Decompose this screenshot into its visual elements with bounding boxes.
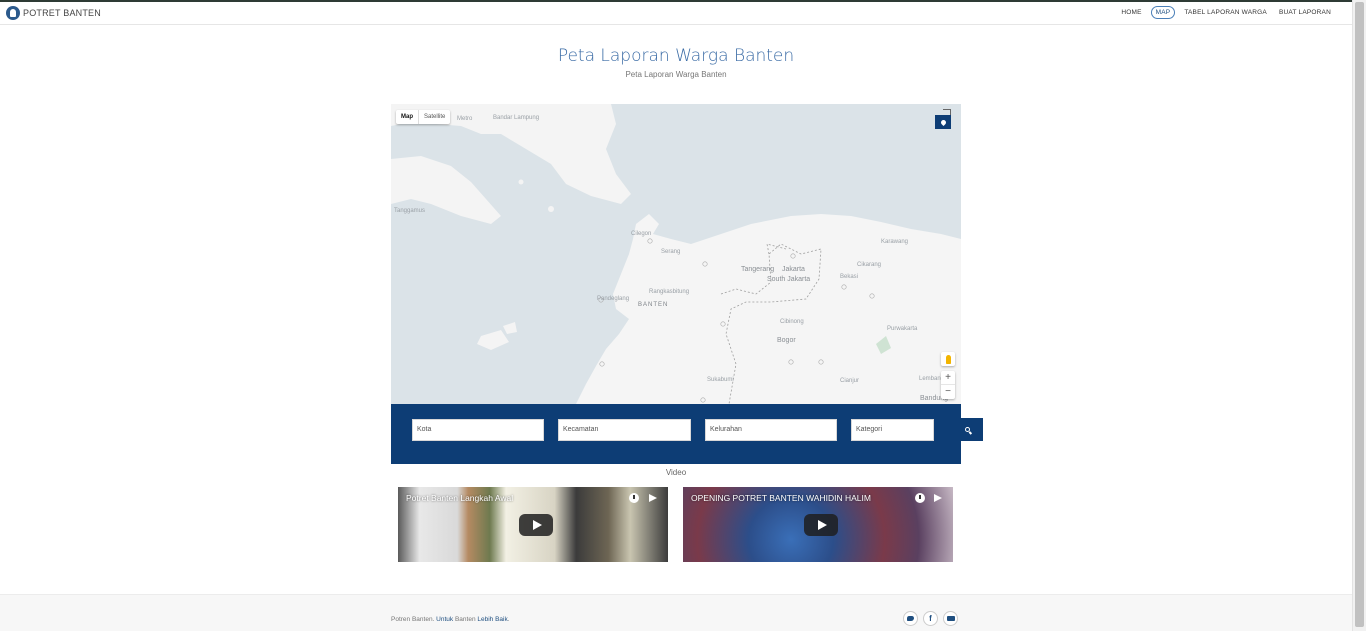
map-label-south-jakarta: South Jakarta <box>767 276 811 283</box>
play-button[interactable] <box>804 514 838 536</box>
zoom-control: + − <box>941 371 955 399</box>
footer-untuk: Untuk <box>436 616 454 623</box>
map-type-toggle: Map Satellite <box>396 110 451 124</box>
map-label-cianjur: Cianjur <box>840 378 860 384</box>
filter-bar: Kota Kecamatan Kelurahan Kategori <box>391 404 961 464</box>
map-pin-icon <box>939 118 947 126</box>
map-type-map-button[interactable]: Map <box>396 110 418 124</box>
map-label-pandeglang: Metro <box>457 116 473 122</box>
search-icon <box>964 427 970 432</box>
page-scrollbar[interactable] <box>1352 0 1366 631</box>
map-label-banten: BANTEN <box>638 302 669 308</box>
video-title-1[interactable]: Potret Banten Langkah Awal <box>406 493 513 503</box>
map-label-tangerang: Tangerang <box>741 266 775 273</box>
youtube-icon[interactable] <box>943 611 958 626</box>
twitter-icon[interactable] <box>903 611 918 626</box>
watch-later-icon[interactable] <box>915 493 925 503</box>
video-heading: Video <box>665 468 687 477</box>
search-button[interactable] <box>951 418 983 441</box>
page-subtitle: Peta Laporan Warga Banten <box>625 70 727 79</box>
zoom-out-button[interactable]: − <box>941 385 955 399</box>
footer-text: Potren Banten. Untuk Banten Lebih Baik. <box>391 616 510 623</box>
report-map[interactable]: Bandar Lampung Metro Tanggamus Cilegon S… <box>391 104 961 404</box>
brand[interactable]: POTRET BANTEN <box>6 6 101 20</box>
map-type-satellite-button[interactable]: Satellite <box>418 110 450 124</box>
facebook-icon[interactable]: f <box>923 611 938 626</box>
map-label-serang: Serang <box>661 249 681 255</box>
share-icon[interactable] <box>649 494 657 502</box>
play-button[interactable] <box>519 514 553 536</box>
page-title: Peta Laporan Warga Banten <box>557 46 795 66</box>
map-label-karawang: Karawang <box>881 239 909 245</box>
map-label-cikarang: Cikarang <box>857 262 882 268</box>
nav-home[interactable]: HOME <box>1118 6 1144 19</box>
location-marker-button[interactable] <box>935 115 951 129</box>
video-title-2[interactable]: OPENING POTRET BANTEN WAHIDIN HALIM <box>691 493 871 503</box>
kota-select[interactable]: Kota <box>412 419 544 441</box>
brand-logo-icon <box>6 6 20 20</box>
share-icon[interactable] <box>934 494 942 502</box>
footer-suffix: . <box>507 616 510 623</box>
footer-lebih-baik: Lebih Baik <box>477 616 508 623</box>
video-player-1[interactable]: Potret Banten Langkah Awal <box>398 487 668 562</box>
map-label-rangkasbitung: Rangkasbitung <box>649 289 690 295</box>
map-label-bogor: Bogor <box>777 337 796 344</box>
play-icon <box>817 520 827 530</box>
map-label-tanggamus: Tanggamus <box>394 208 426 214</box>
map-label-bandar-lampung: Bandar Lampung <box>493 115 540 121</box>
nav-tabel-laporan-warga[interactable]: TABEL LAPORAN WARGA <box>1181 6 1270 19</box>
map-label-sukabumi: Sukabumi <box>707 377 734 383</box>
top-navbar: POTRET BANTEN HOME MAP TABEL LAPORAN WAR… <box>0 0 1352 25</box>
map-label-bekasi: Bekasi <box>840 274 859 280</box>
kecamatan-select[interactable]: Kecamatan <box>558 419 691 441</box>
nav-map[interactable]: MAP <box>1150 6 1176 19</box>
main-nav: HOME MAP TABEL LAPORAN WARGA BUAT LAPORA… <box>1118 6 1334 19</box>
map-label-pandeglang-town: Pandeglang <box>597 296 630 302</box>
play-icon <box>532 520 542 530</box>
map-label-cibinong: Cibinong <box>780 319 804 325</box>
footer-prefix: Potren Banten. <box>391 616 437 623</box>
map-label-jakarta: Jakarta <box>782 266 805 273</box>
footer: Potren Banten. Untuk Banten Lebih Baik. … <box>0 594 1352 631</box>
kelurahan-select[interactable]: Kelurahan <box>705 419 837 441</box>
video-player-2[interactable]: OPENING POTRET BANTEN WAHIDIN HALIM <box>683 487 953 562</box>
street-view-pegman-icon[interactable] <box>941 352 955 366</box>
nav-buat-laporan[interactable]: BUAT LAPORAN <box>1276 6 1334 19</box>
zoom-in-button[interactable]: + <box>941 371 955 385</box>
brand-name: POTRET BANTEN <box>23 8 101 18</box>
map-label-purwakarta: Purwakarta <box>887 326 918 332</box>
map-label-cilegon: Cilegon <box>631 231 652 237</box>
footer-banten: Banten <box>453 616 478 623</box>
watch-later-icon[interactable] <box>629 493 639 503</box>
scrollbar-thumb[interactable] <box>1355 2 1364 627</box>
kategori-select[interactable]: Kategori <box>851 419 934 441</box>
